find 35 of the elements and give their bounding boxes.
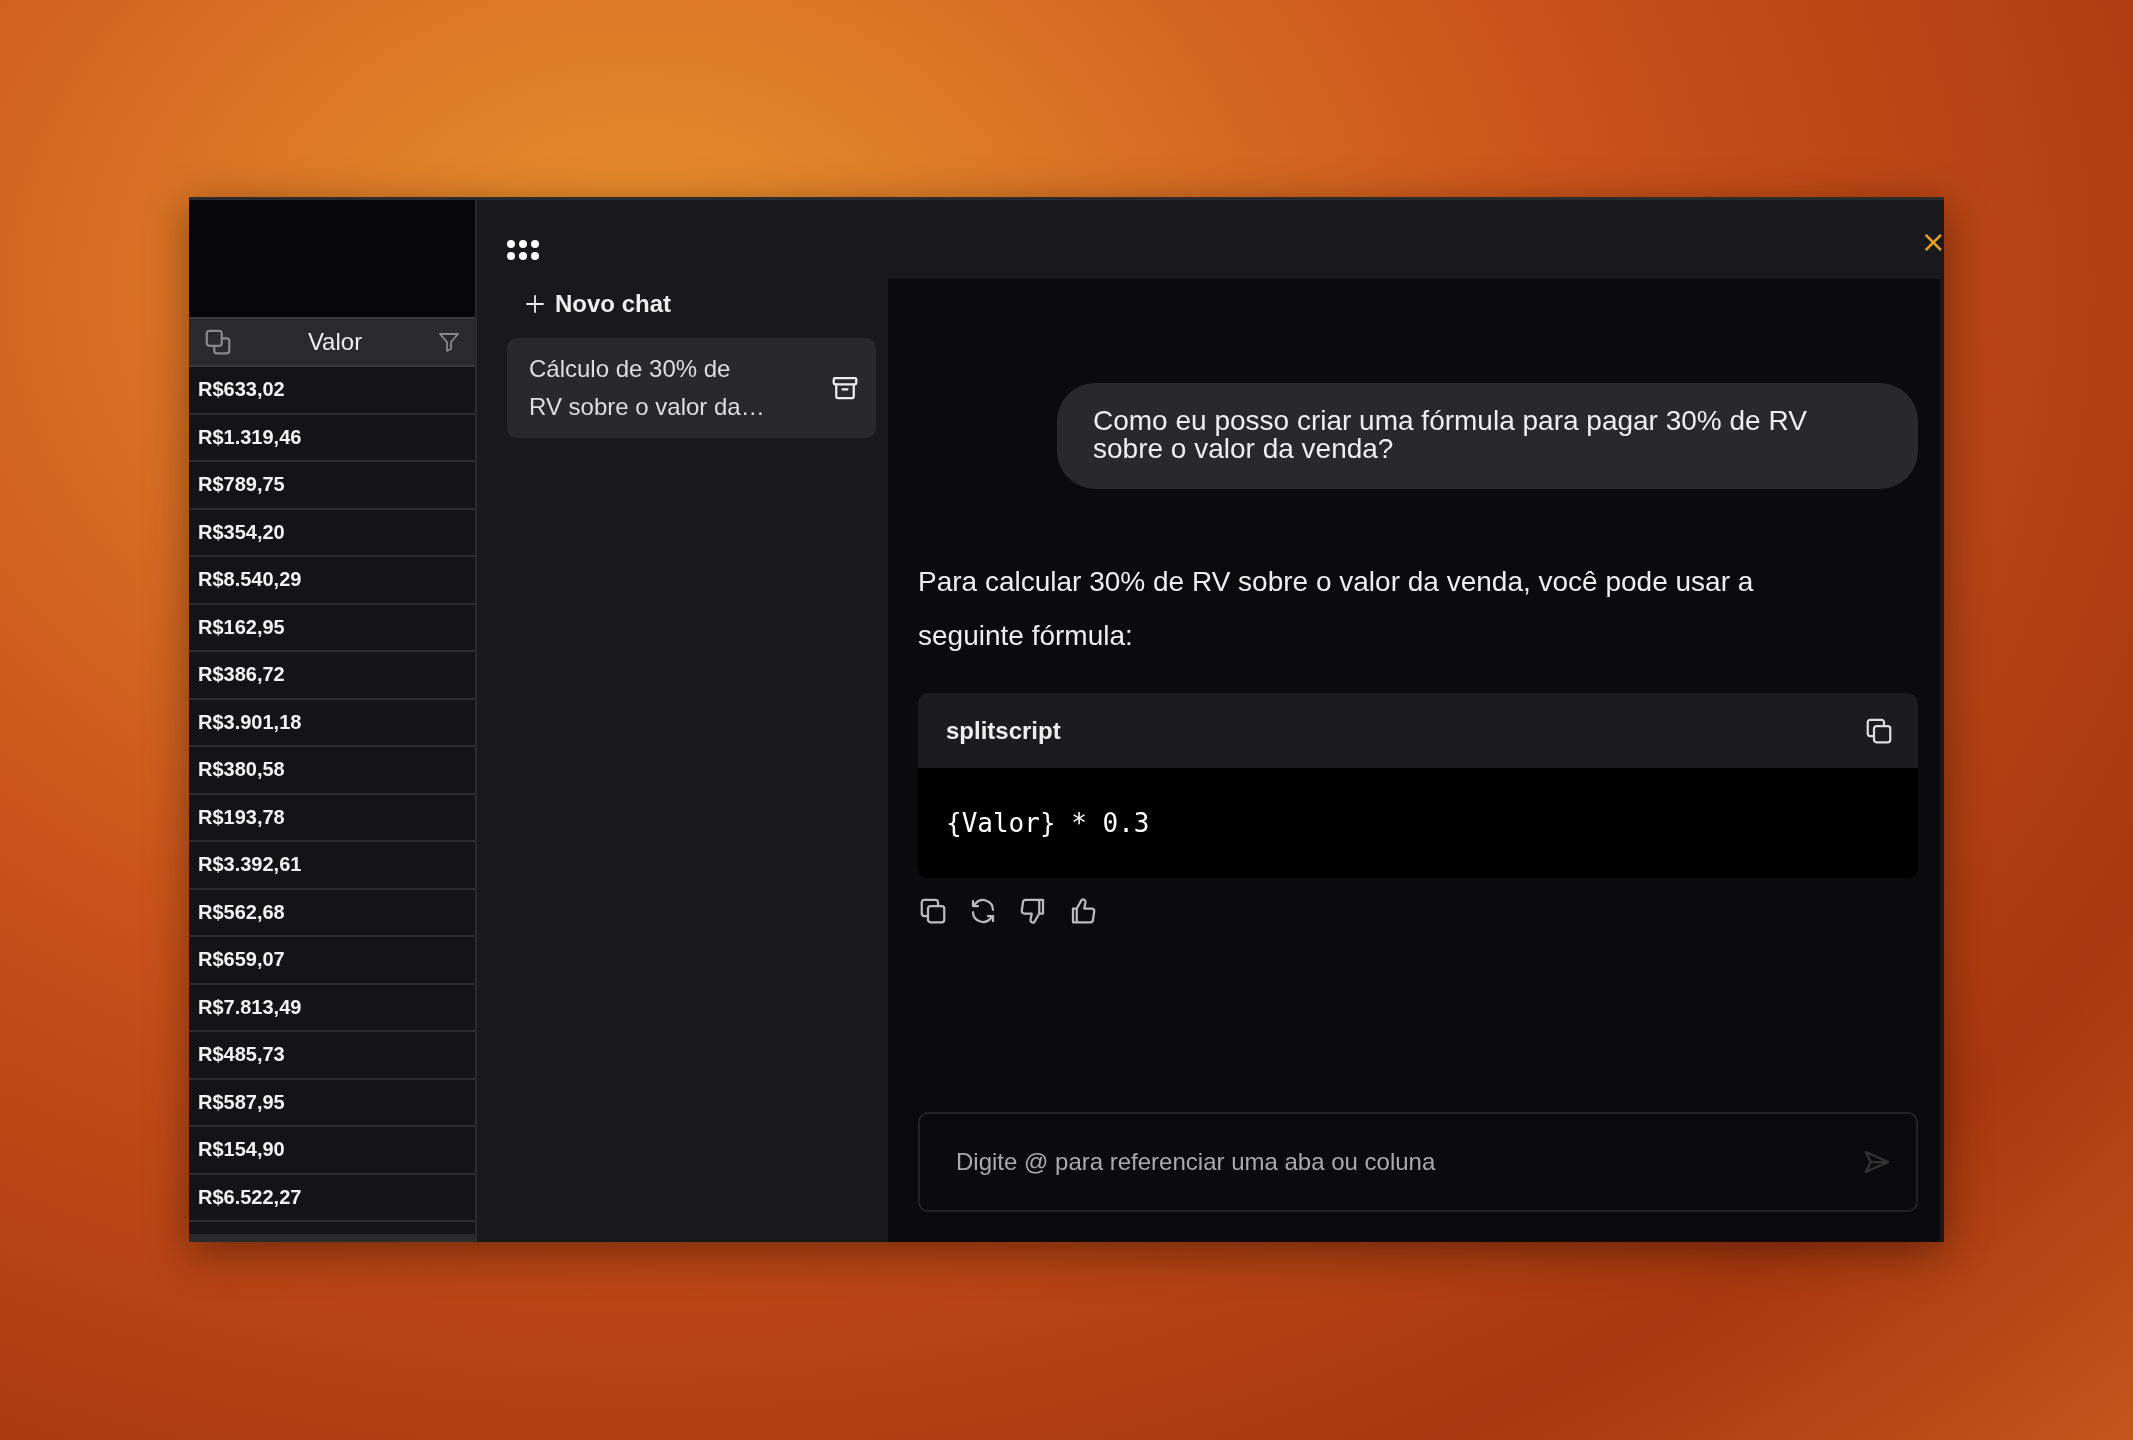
filter-icon[interactable] — [437, 330, 461, 354]
code-language: splitscript — [946, 716, 1061, 745]
table-cell: R$633,02 — [189, 367, 475, 415]
table-cell: R$193,78 — [189, 794, 475, 842]
table-cell: R$3.392,61 — [189, 842, 475, 890]
new-chat-button[interactable]: Novo chat — [517, 286, 677, 322]
close-button[interactable]: × — [1918, 224, 1948, 259]
table-cell: R$154,90 — [189, 1127, 475, 1175]
horizontal-scrollbar[interactable] — [189, 1234, 475, 1242]
message-input[interactable]: Digite @ para referenciar uma aba ou coluna — [954, 1147, 1862, 1177]
table-cell: R$6.522,27 — [189, 1174, 475, 1222]
table-cell: R$7.813,49 — [189, 984, 475, 1032]
table-cell: R$162,95 — [189, 604, 475, 652]
table-cell: R$659,07 — [189, 937, 475, 985]
code-text: {Valor} * 0.3 — [945, 807, 1151, 840]
copy-icon[interactable] — [918, 896, 948, 926]
table-cell: R$354,20 — [189, 509, 475, 557]
column-header: Valor — [306, 328, 364, 356]
table-cell: R$386,72 — [189, 652, 475, 700]
plus-icon — [523, 292, 547, 316]
table-cell: R$562,68 — [189, 889, 475, 937]
table-cell: R$380,58 — [189, 747, 475, 795]
apps-grid-icon[interactable] — [507, 240, 539, 260]
message-input-field[interactable]: Digite @ para referenciar uma aba ou coluna — [918, 1112, 1918, 1212]
chat-title: Cálculo de 30% de RV sobre o valor da… — [529, 354, 766, 422]
chat-history-item[interactable]: Cálculo de 30% de RV sobre o valor da… — [507, 338, 876, 438]
columns-icon[interactable] — [203, 327, 233, 357]
table-cell: R$8.540,29 — [189, 557, 475, 605]
table-cell: R$3.901,18 — [189, 699, 475, 747]
table-cell: R$485,73 — [189, 1032, 475, 1080]
user-message-bubble: Como eu posso criar uma fórmula para pagar 30% de RV sobre o valor da venda? — [1057, 383, 1918, 489]
table-cell: R$789,75 — [189, 462, 475, 510]
assistant-message: Para calcular 30% de RV sobre o valor da venda, você pode usar a seguinte fórmula: — [918, 565, 1755, 653]
table-cell: R$1.319,46 — [189, 414, 475, 462]
table-cell: R$587,95 — [189, 1079, 475, 1127]
